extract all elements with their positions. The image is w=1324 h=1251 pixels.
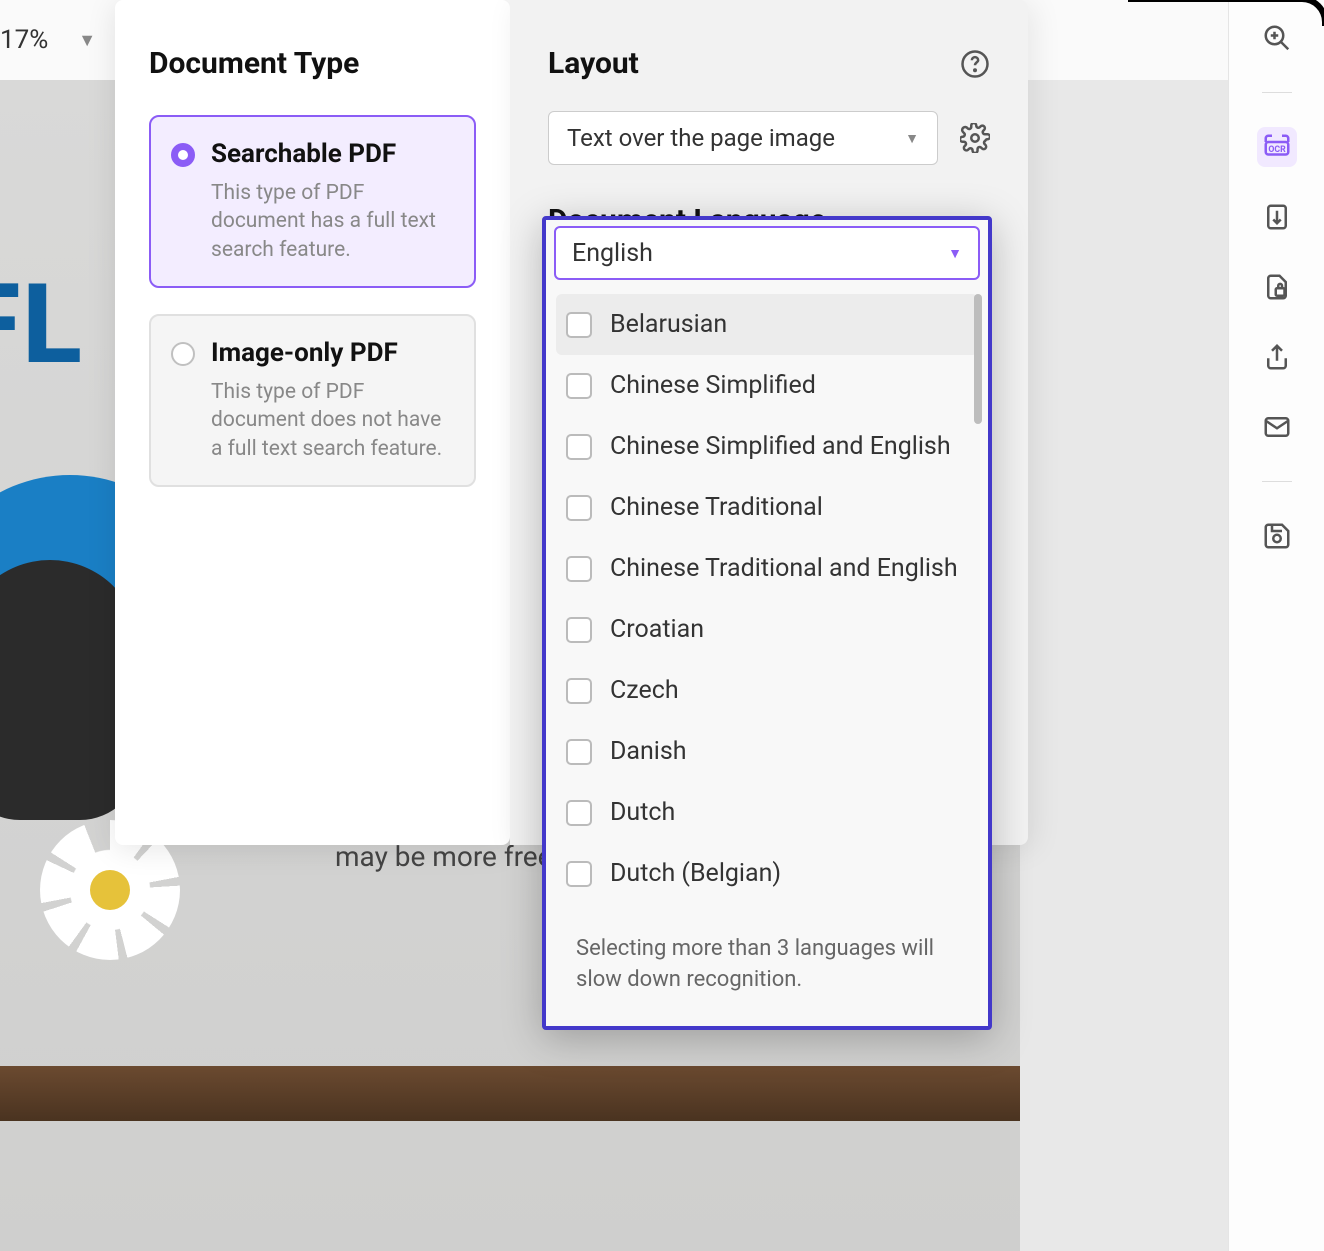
language-option-label: Danish: [610, 737, 687, 766]
right-sidebar: OCR: [1228, 0, 1324, 1251]
triangle-down-icon: ▼: [948, 245, 962, 262]
mail-icon[interactable]: [1257, 407, 1297, 447]
radio-icon: [171, 342, 195, 366]
chevron-down-icon: ▼: [78, 30, 96, 51]
checkbox-icon: [566, 861, 592, 887]
language-option[interactable]: Chinese Simplified and English: [556, 416, 978, 477]
language-option-label: Dutch (Belgian): [610, 859, 781, 888]
language-option[interactable]: Chinese Simplified: [556, 355, 978, 416]
separator: [1262, 481, 1292, 482]
language-option-label: Croatian: [610, 615, 704, 644]
rotate-icon[interactable]: [1257, 197, 1297, 237]
language-option[interactable]: Belarusian: [556, 294, 978, 355]
language-option[interactable]: Dutch: [556, 782, 978, 843]
document-type-panel: Document Type Searchable PDF This type o…: [115, 0, 510, 845]
language-select[interactable]: English ▼: [554, 226, 980, 280]
separator: [1262, 92, 1292, 93]
radio-icon: [171, 143, 195, 167]
language-warning-text: Selecting more than 3 languages will slo…: [576, 934, 958, 996]
language-option-label: Czech: [610, 676, 679, 705]
save-icon[interactable]: [1257, 516, 1297, 556]
doc-type-searchable-pdf[interactable]: Searchable PDF This type of PDF document…: [149, 115, 476, 288]
search-icon[interactable]: [1257, 18, 1297, 58]
checkbox-icon: [566, 434, 592, 460]
language-option[interactable]: Dutch (Belgian): [556, 843, 978, 904]
doc-type-image-only-pdf[interactable]: Image-only PDF This type of PDF document…: [149, 314, 476, 487]
language-option[interactable]: Chinese Traditional and English: [556, 538, 978, 599]
language-option-label: Dutch: [610, 798, 675, 827]
checkbox-icon: [566, 739, 592, 765]
language-option-label: Chinese Simplified: [610, 371, 816, 400]
gear-icon[interactable]: [960, 123, 990, 153]
ocr-icon[interactable]: OCR: [1257, 127, 1297, 167]
bg-large-text: FL: [0, 260, 84, 389]
checkbox-icon: [566, 312, 592, 338]
svg-text:OCR: OCR: [1268, 145, 1286, 155]
bg-wood-strip: [0, 1066, 1020, 1121]
language-option-label: Belarusian: [610, 310, 727, 339]
layout-select-value: Text over the page image: [567, 124, 835, 152]
language-option[interactable]: Chinese Traditional: [556, 477, 978, 538]
language-option[interactable]: Danish: [556, 721, 978, 782]
doc-type-option-title: Searchable PDF: [211, 139, 454, 169]
share-icon[interactable]: [1257, 337, 1297, 377]
layout-select[interactable]: Text over the page image ▼: [548, 111, 938, 165]
doc-type-option-title: Image-only PDF: [211, 338, 454, 368]
checkbox-icon: [566, 800, 592, 826]
language-dropdown: English ▼ Belarusian Chinese Simplified …: [542, 216, 992, 1030]
scrollbar-thumb[interactable]: [974, 294, 982, 424]
doc-type-option-desc: This type of PDF document has a full tex…: [211, 179, 454, 264]
chevron-down-icon: ▼: [905, 130, 919, 147]
zoom-dropdown[interactable]: 17% ▼: [0, 25, 96, 55]
checkbox-icon: [566, 556, 592, 582]
language-option-label: Chinese Simplified and English: [610, 432, 951, 461]
checkbox-icon: [566, 373, 592, 399]
checkbox-icon: [566, 678, 592, 704]
language-option[interactable]: Croatian: [556, 599, 978, 660]
language-option-label: Chinese Traditional: [610, 493, 823, 522]
doc-type-option-desc: This type of PDF document does not have …: [211, 378, 454, 463]
layout-title: Layout: [548, 46, 639, 81]
checkbox-icon: [566, 617, 592, 643]
help-icon[interactable]: [960, 49, 990, 79]
language-option-label: Chinese Traditional and English: [610, 554, 958, 583]
lock-file-icon[interactable]: [1257, 267, 1297, 307]
language-selected-value: English: [572, 239, 653, 268]
document-type-title: Document Type: [149, 46, 476, 81]
zoom-value: 17%: [0, 25, 48, 55]
language-option-list: Belarusian Chinese Simplified Chinese Si…: [546, 290, 988, 904]
language-option[interactable]: Czech: [556, 660, 978, 721]
checkbox-icon: [566, 495, 592, 521]
